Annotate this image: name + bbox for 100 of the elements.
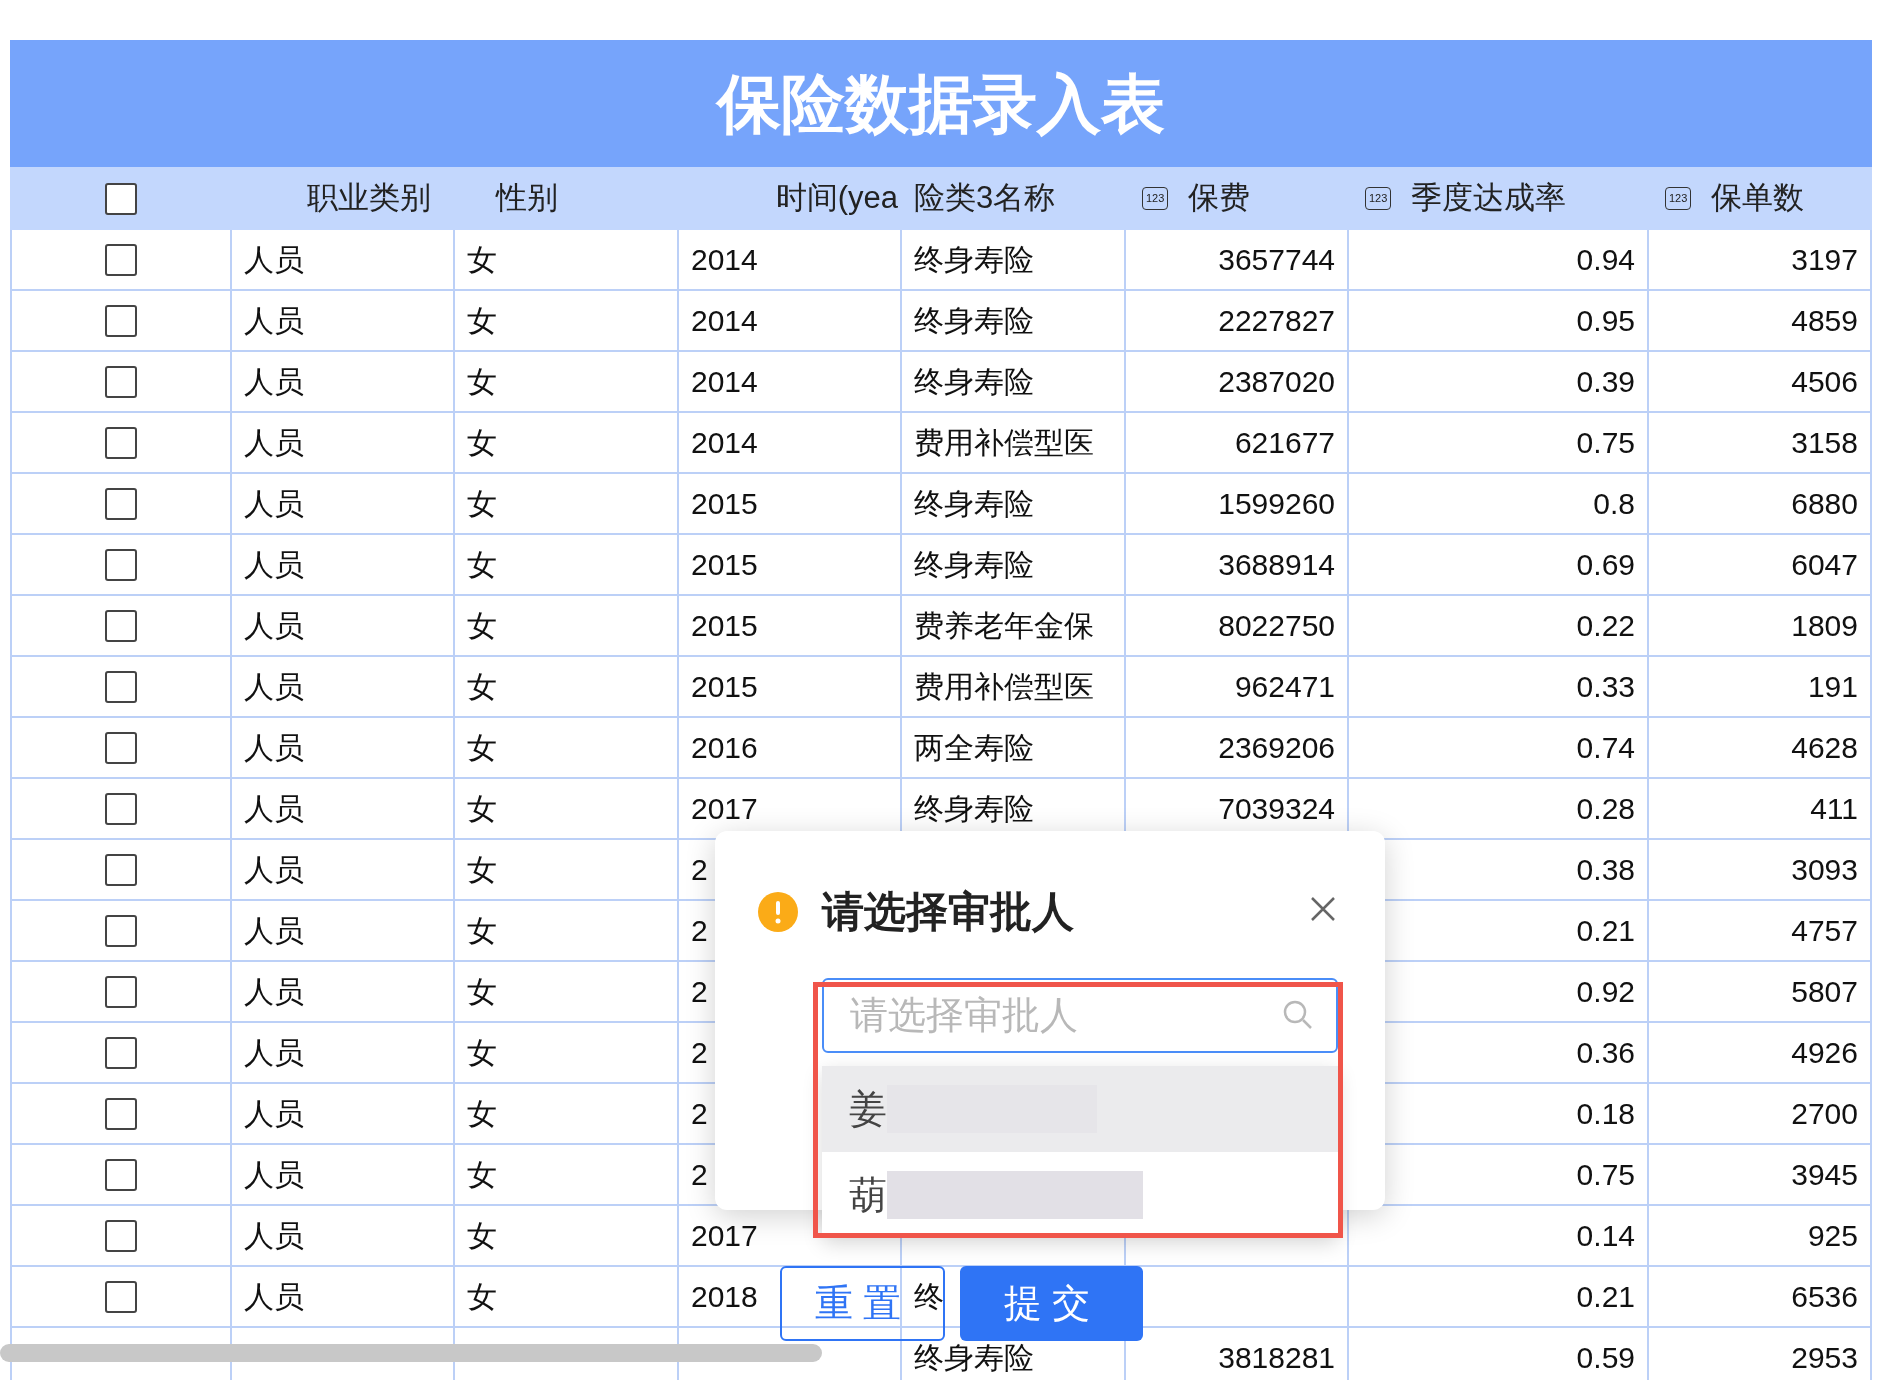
checkbox[interactable] (105, 1158, 137, 1191)
checkbox[interactable] (105, 304, 137, 337)
checkbox[interactable] (105, 731, 137, 764)
table-cell-text: 2953 (1791, 1340, 1858, 1376)
table-cell-text: 终身寿险 (914, 547, 1034, 583)
checkbox[interactable] (105, 1036, 137, 1069)
table-cell-text: 女 (467, 425, 497, 461)
table-cell-text: 6536 (1791, 1279, 1858, 1315)
table-cell-text: 2 (691, 1035, 708, 1071)
table-cell-text: 4506 (1791, 364, 1858, 400)
checkbox[interactable] (105, 914, 137, 947)
table-cell-text: 411 (1810, 791, 1858, 827)
table-cell-text: 2017 (691, 1218, 758, 1254)
table-cell-text: 3945 (1791, 1157, 1858, 1193)
table-cell-text: 3158 (1791, 425, 1858, 461)
table-cell-text: 8022750 (1218, 608, 1335, 644)
checkbox[interactable] (105, 975, 137, 1008)
table-cell-text: 2015 (691, 669, 758, 705)
checkbox[interactable] (105, 792, 137, 825)
table-cell-text: 0.33 (1576, 669, 1635, 705)
table-cell-text: 人员 (244, 486, 304, 522)
dropdown-option[interactable]: 姜 (822, 1066, 1338, 1152)
table-cell-text: 0.92 (1576, 974, 1635, 1010)
checkbox[interactable] (105, 182, 137, 215)
table-cell-text: 0.28 (1576, 791, 1635, 827)
horizontal-scrollbar[interactable] (0, 1344, 822, 1362)
checkbox[interactable] (105, 548, 137, 581)
table-cell-text: 终身寿险 (914, 486, 1034, 522)
table-cell-text: 2015 (691, 486, 758, 522)
column-header[interactable]: 保单数 (1711, 175, 1805, 222)
table-cell-text: 0.38 (1576, 852, 1635, 888)
column-header[interactable]: 职业类别 (307, 175, 431, 222)
table-cell-text: 女 (467, 852, 497, 888)
checkbox[interactable] (105, 1219, 137, 1252)
checkbox[interactable] (105, 487, 137, 520)
table-cell-text: 女 (467, 913, 497, 949)
checkbox[interactable] (105, 670, 137, 703)
table-cell-text: 3688914 (1218, 547, 1335, 583)
table-cell-text: 两全寿险 (914, 730, 1034, 766)
table-cell-text: 0.18 (1576, 1096, 1635, 1132)
table-cell-text: 1599260 (1218, 486, 1335, 522)
table-cell-text: 女 (467, 486, 497, 522)
table-cell-text: 621677 (1234, 425, 1335, 461)
table-cell-text: 人员 (244, 1279, 304, 1315)
table-cell-text: 女 (467, 303, 497, 339)
table-cell-text: 人员 (244, 730, 304, 766)
table-cell-text: 0.21 (1576, 913, 1635, 949)
table-cell-text: 人员 (244, 425, 304, 461)
table-cell-text: 终身寿险 (914, 1340, 1034, 1376)
dialog-title: 请选择审批人 (822, 887, 1074, 937)
table-cell-text: 0.75 (1576, 1157, 1635, 1193)
search-icon (1282, 999, 1314, 1031)
warning-icon (758, 891, 798, 932)
table-cell-text: 191 (1807, 669, 1858, 705)
table-cell-text: 2015 (691, 547, 758, 583)
table-cell-text: 人员 (244, 974, 304, 1010)
checkbox[interactable] (105, 1097, 137, 1130)
checkbox[interactable] (105, 426, 137, 459)
submit-button[interactable]: 提交 (960, 1266, 1143, 1341)
checkbox[interactable] (105, 365, 137, 398)
table-cell-text: 人员 (244, 1035, 304, 1071)
checkbox[interactable] (105, 243, 137, 276)
table-cell-text: 终 (914, 1279, 944, 1315)
table-cell-text: 2 (691, 974, 708, 1010)
table-cell-text: 0.75 (1576, 425, 1635, 461)
table-cell-text: 2014 (691, 425, 758, 461)
table-cell-text: 女 (467, 1157, 497, 1193)
table-cell-text: 人员 (244, 1218, 304, 1254)
search-field[interactable]: 请选择审批人 (822, 978, 1338, 1053)
table-cell-text: 女 (467, 608, 497, 644)
column-header[interactable]: 时间(yea (775, 175, 898, 222)
table-cell-text: 2014 (691, 303, 758, 339)
checkbox[interactable] (105, 1280, 137, 1313)
column-header[interactable]: 保费 (1188, 175, 1251, 222)
number-type-icon: 123 (1142, 187, 1169, 210)
column-header[interactable]: 险类3名称 (914, 175, 1056, 222)
column-header[interactable]: 季度达成率 (1411, 175, 1567, 222)
table-cell-text: 女 (467, 1035, 497, 1071)
table-cell-text: 4926 (1791, 1035, 1858, 1071)
column-header[interactable]: 性别 (496, 175, 558, 222)
table-cell-text: 女 (467, 547, 497, 583)
table-cell-text: 0.36 (1576, 1035, 1635, 1071)
checkbox[interactable] (105, 853, 137, 886)
table-cell-text: 3657744 (1218, 242, 1335, 278)
table-cell-text: 费用补偿型医 (914, 425, 1094, 461)
table-cell-text: 925 (1807, 1218, 1858, 1254)
table-cell-text: 女 (467, 1218, 497, 1254)
table-cell-text: 2018 (691, 1279, 758, 1315)
table-cell-text: 962471 (1234, 669, 1335, 705)
table-cell-text: 人员 (244, 303, 304, 339)
table-cell-text: 终身寿险 (914, 303, 1034, 339)
table-cell-text: 人员 (244, 242, 304, 278)
table-cell-text: 4757 (1791, 913, 1858, 949)
table-cell-text: 费用补偿型医 (914, 669, 1094, 705)
table-cell-text: 3093 (1791, 852, 1858, 888)
table-cell-text: 终身寿险 (914, 791, 1034, 827)
table-cell-text: 2017 (691, 791, 758, 827)
table-cell-text: 女 (467, 730, 497, 766)
checkbox[interactable] (105, 609, 137, 642)
table-cell-text: 人员 (244, 913, 304, 949)
